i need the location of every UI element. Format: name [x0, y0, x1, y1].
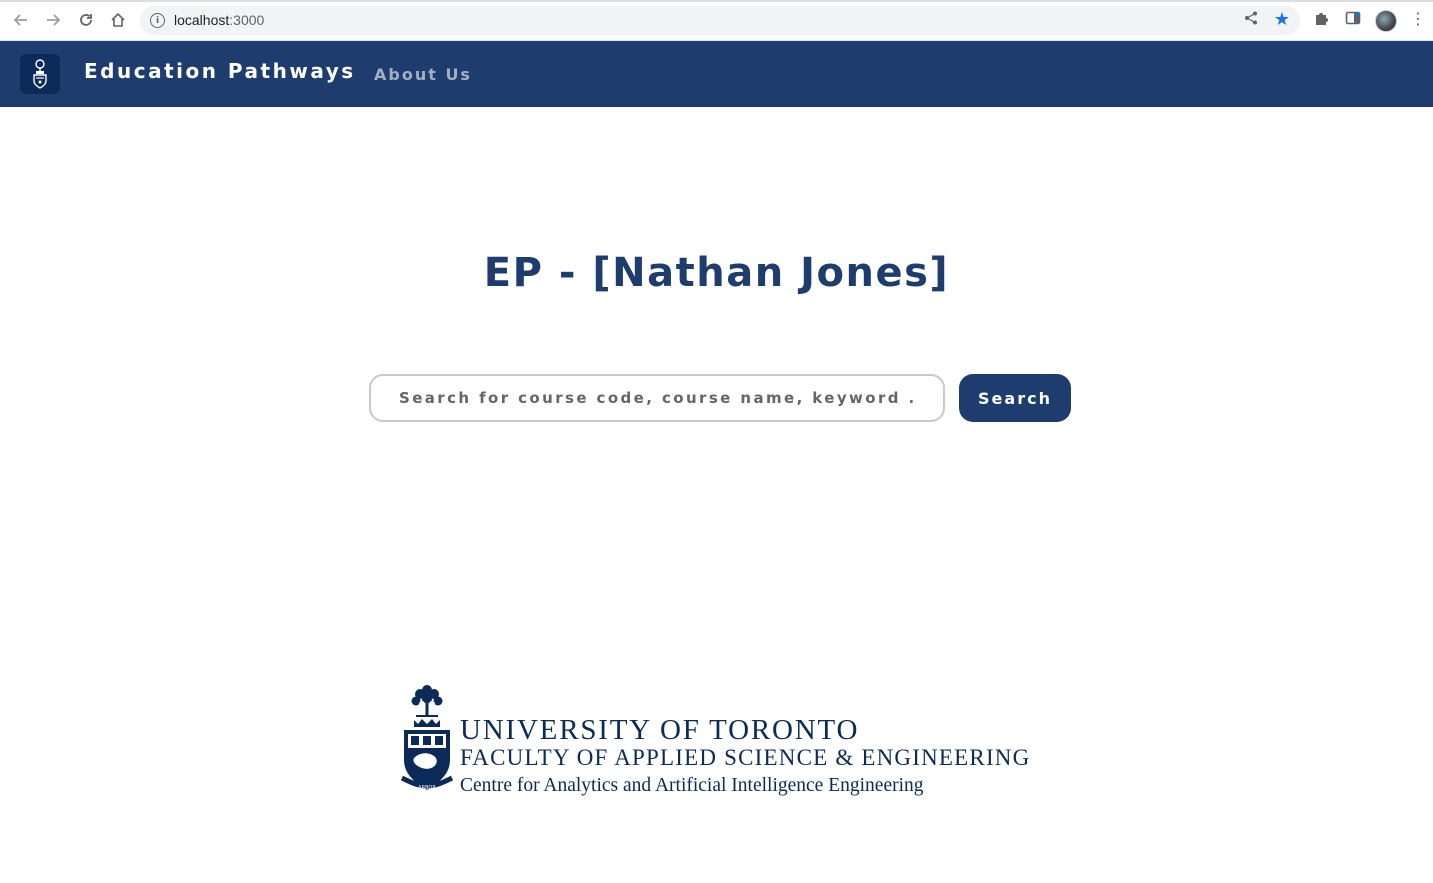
side-panel-icon[interactable]: [1345, 10, 1361, 30]
extensions-icon[interactable]: [1313, 10, 1329, 30]
browser-toolbar: i localhost:3000 ★ ⋮: [0, 0, 1433, 41]
profile-avatar[interactable]: [1375, 10, 1397, 32]
search-button[interactable]: Search: [959, 374, 1071, 422]
crest-logo-icon: [33, 59, 47, 89]
footer-university-name: UNIVERSITY OF TORONTO: [460, 714, 860, 746]
forward-arrow-icon[interactable]: [42, 9, 64, 31]
brand-title[interactable]: Education Pathways: [84, 59, 356, 83]
crest-motto: ARBOR: [418, 785, 436, 791]
navbar: Education Pathways About Us: [0, 41, 1433, 107]
app-logo[interactable]: [20, 54, 60, 94]
search-input[interactable]: [369, 374, 945, 422]
reload-icon[interactable]: [75, 9, 97, 31]
home-icon[interactable]: [107, 9, 129, 31]
uoft-crest-icon: ARBOR: [400, 685, 454, 791]
share-icon[interactable]: [1244, 11, 1258, 29]
back-arrow-icon[interactable]: [10, 9, 32, 31]
address-bar[interactable]: i localhost:3000 ★: [140, 6, 1300, 35]
bookmark-star-icon[interactable]: ★: [1274, 9, 1290, 30]
site-info-icon[interactable]: i: [150, 13, 165, 28]
nav-link-about-us[interactable]: About Us: [374, 65, 472, 84]
more-menu-icon[interactable]: ⋮: [1410, 9, 1426, 28]
footer-centre-name: Centre for Analytics and Artificial Inte…: [460, 775, 924, 796]
footer-faculty-name: FACULTY OF APPLIED SCIENCE & ENGINEERING: [460, 745, 1031, 770]
page-title: EP - [Nathan Jones]: [483, 250, 950, 296]
uoft-logo: ARBOR UNIVERSITY OF TORONTO FACULTY OF A…: [400, 682, 1070, 802]
tab-strip-edge: [0, 0, 1433, 2]
url-text[interactable]: localhost:3000: [174, 12, 264, 28]
